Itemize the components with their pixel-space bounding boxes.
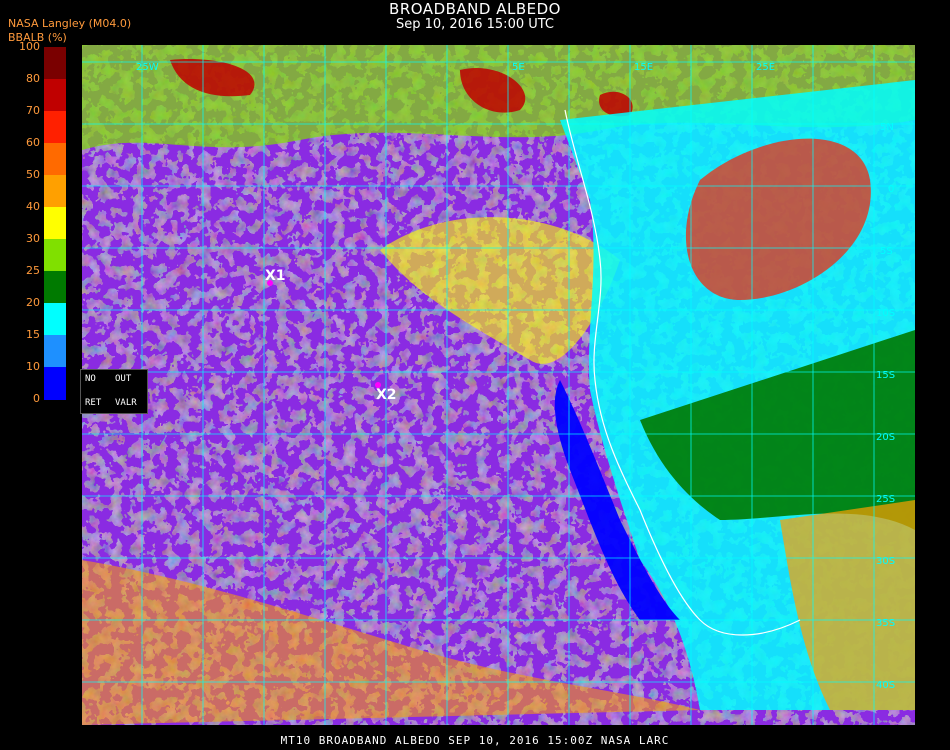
- legend-tick-label: 100: [19, 40, 40, 53]
- color-legend: [44, 47, 66, 400]
- status-out: OUT: [115, 374, 132, 384]
- legend-tick-label: 70: [26, 104, 40, 117]
- lat-label-20s: 20S: [876, 432, 895, 443]
- legend-swatch: [44, 175, 66, 208]
- legend-tick-label: 0: [33, 392, 40, 405]
- lat-label-25s: 25S: [876, 494, 895, 505]
- legend-tick-label: 60: [26, 136, 40, 149]
- lat-label-5n: 5N: [880, 122, 894, 133]
- status-legend-box: NO OUT RET VALR: [80, 369, 148, 414]
- lat-label-40s: 40S: [876, 680, 895, 691]
- lat-label-35s: 35S: [876, 618, 895, 629]
- legend-tick-label: 80: [26, 72, 40, 85]
- legend-swatch: [44, 47, 66, 80]
- lat-label-15s: 15S: [876, 370, 895, 381]
- lon-label-25e: 25E: [756, 62, 775, 73]
- legend-swatch: [44, 143, 66, 176]
- lat-label-0: 0: [888, 184, 894, 195]
- legend-swatch: [44, 111, 66, 144]
- legend-tick-label: 20: [26, 296, 40, 309]
- legend-tick-label: 25: [26, 264, 40, 277]
- legend-swatch: [44, 335, 66, 368]
- map-datetime: Sep 10, 2016 15:00 UTC: [395, 17, 555, 32]
- legend-swatch: [44, 271, 66, 304]
- legend-swatch: [44, 367, 66, 400]
- legend-tick-label: 30: [26, 232, 40, 245]
- legend-tick-label: 50: [26, 168, 40, 181]
- marker-x2: X2: [376, 387, 397, 403]
- map-title: BROADBAND ALBEDO: [389, 0, 561, 18]
- legend-swatch: [44, 239, 66, 272]
- lat-label-5s: 5S: [880, 246, 893, 257]
- legend-tick-label: 40: [26, 200, 40, 213]
- status-valr: VALR: [115, 398, 137, 408]
- status-ret: RET: [85, 398, 102, 408]
- legend-swatch: [44, 303, 66, 336]
- footer-caption: MT10 BROADBAND ALBEDO SEP 10, 2016 15:00…: [280, 734, 670, 747]
- lat-label-10s: 10S: [876, 308, 895, 319]
- legend-tick-label: 10: [26, 360, 40, 373]
- legend-tick-label: 15: [26, 328, 40, 341]
- lat-label-30s: 30S: [876, 556, 895, 567]
- status-no: NO: [85, 374, 96, 384]
- lon-label-5e: 5E: [512, 62, 525, 73]
- legend-swatch: [44, 207, 66, 240]
- data-source-label: NASA Langley (M04.0): [8, 17, 132, 30]
- lon-label-15e: 15E: [634, 62, 653, 73]
- lon-label-25w: 25W: [136, 62, 159, 73]
- legend-swatch: [44, 79, 66, 112]
- marker-x1: X1: [265, 268, 286, 284]
